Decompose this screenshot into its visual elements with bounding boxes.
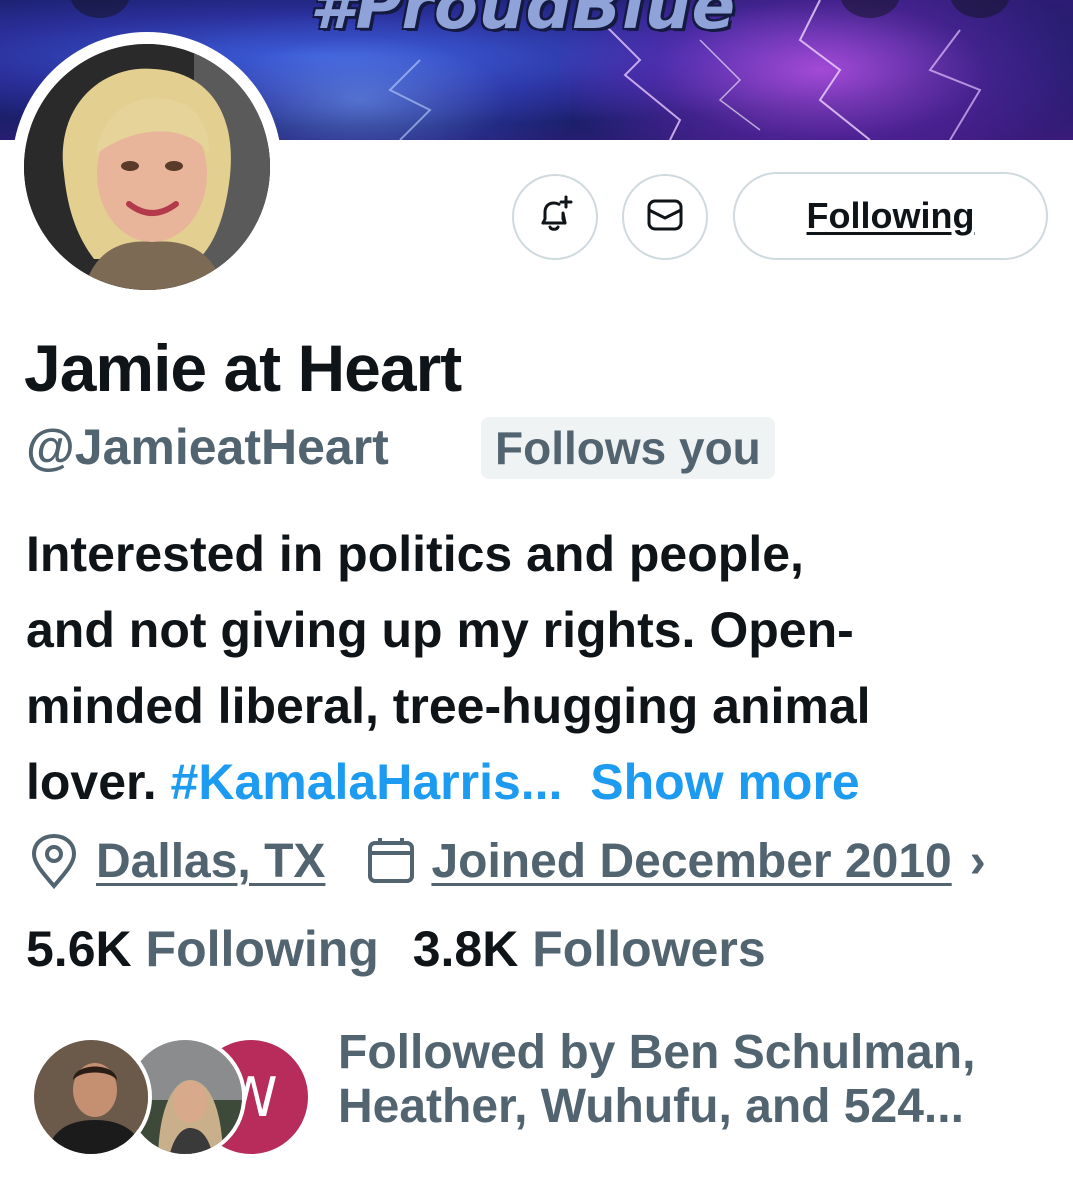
followers-count: 3.8K [412, 921, 519, 977]
display-name: Jamie at Heart [24, 331, 462, 405]
bio-line: and not giving up my rights. Open- [26, 602, 854, 658]
avatar-photo [24, 44, 270, 290]
mutual-followers-avatars[interactable]: W [30, 1036, 320, 1158]
envelope-icon [643, 193, 687, 242]
show-more-link[interactable]: Show more [590, 754, 859, 810]
followed-by-line: Followed by Ben Schulman, [338, 1026, 976, 1079]
location-pin-icon [26, 832, 82, 890]
calendar-icon [365, 835, 417, 887]
location-link[interactable]: Dallas, TX [96, 834, 325, 889]
bio-line: Interested in politics and people, [26, 526, 804, 582]
banner-hashtag: #ProudBlue [310, 0, 737, 44]
avatar [30, 1036, 152, 1158]
message-button[interactable] [622, 174, 708, 260]
following-count: 5.6K [26, 921, 132, 977]
profile-avatar[interactable] [12, 32, 282, 302]
notify-button[interactable] [512, 174, 598, 260]
bio-line: minded liberal, tree-hugging animal [26, 678, 871, 734]
bell-plus-icon [533, 193, 577, 242]
profile-meta: Dallas, TX Joined December 2010 › [26, 826, 986, 896]
joined-date[interactable]: Joined December 2010 [431, 834, 951, 889]
hashtag-link[interactable]: #KamalaHarris... [171, 754, 563, 810]
following-button[interactable]: Following [733, 172, 1048, 260]
bio-line: lover. #KamalaHarris... Show more [26, 744, 1056, 820]
follow-stats: 5.6K Following 3.8K Followers [26, 920, 766, 978]
bio-text: lover. [26, 754, 157, 810]
following-label: Following [145, 921, 379, 977]
followers-stat[interactable]: 3.8K Followers [413, 921, 766, 977]
following-stat[interactable]: 5.6K Following [26, 921, 379, 977]
followed-by-text[interactable]: Followed by Ben Schulman, Heather, Wuhuf… [338, 1026, 1058, 1134]
follows-you-badge: Follows you [481, 417, 775, 479]
user-handle: @JamieatHeart [26, 419, 389, 475]
profile-bio: Interested in politics and people, and n… [26, 516, 1056, 820]
chevron-right-icon: › [969, 834, 986, 888]
followers-label: Followers [532, 921, 766, 977]
followed-by-line: Heather, Wuhufu, and 524... [338, 1080, 964, 1133]
